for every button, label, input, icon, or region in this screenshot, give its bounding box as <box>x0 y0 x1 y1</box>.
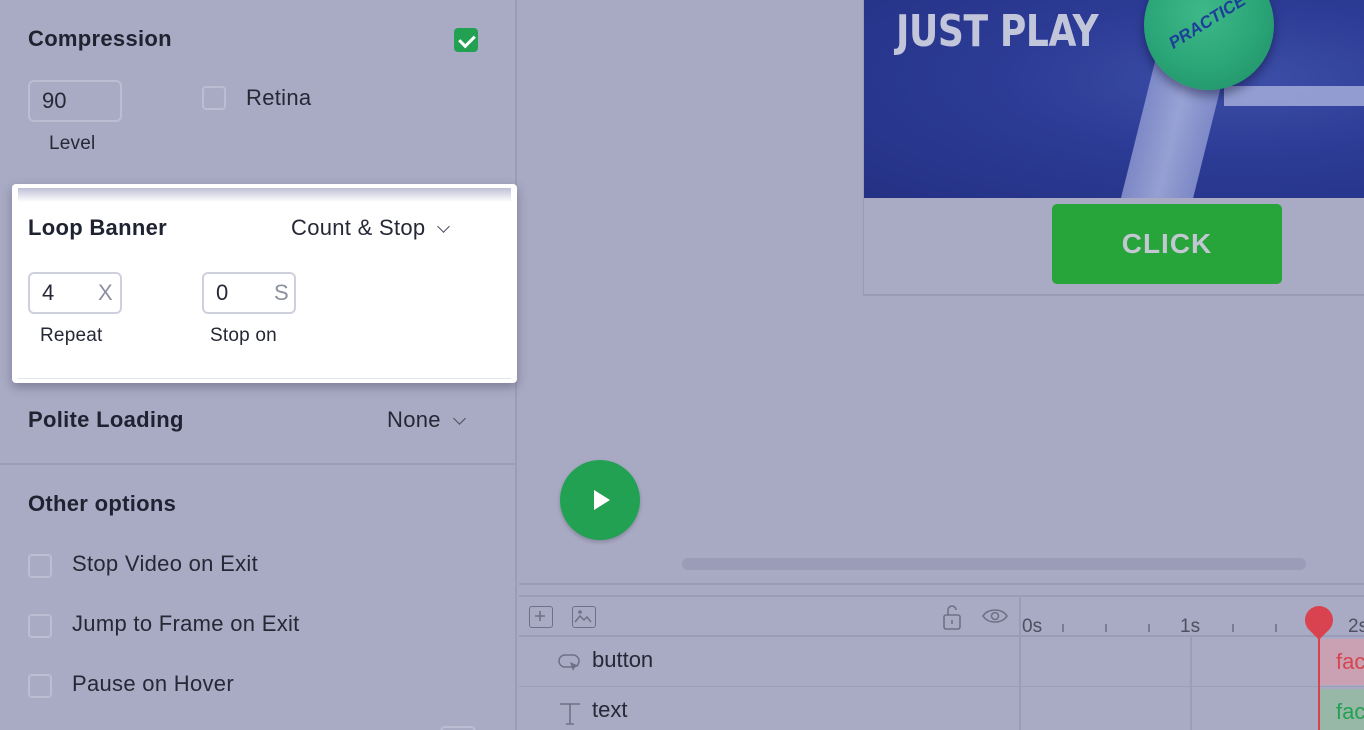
tick-mark <box>1275 624 1277 632</box>
repeat-label: Repeat <box>40 325 103 346</box>
timeline-clip[interactable]: fac <box>1320 639 1364 685</box>
lock-icon[interactable] <box>940 603 964 631</box>
loop-mode-value: Count & Stop <box>291 215 426 240</box>
repeat-unit: X <box>98 280 113 305</box>
jump-to-frame-on-exit-checkbox[interactable] <box>28 614 52 638</box>
loop-mode-dropdown[interactable]: Count & Stop <box>291 215 451 241</box>
eye-icon[interactable] <box>981 606 1009 626</box>
timeline-layer-row[interactable]: text <box>519 687 1364 730</box>
tick-mark <box>1232 624 1234 632</box>
timeline-clip[interactable]: fac <box>1320 689 1364 730</box>
layer-name: text <box>592 697 628 722</box>
repeat-count-value: 4 <box>42 280 55 305</box>
stop-on-value: 0 <box>216 280 229 305</box>
other-options-title: Other options <box>28 491 177 516</box>
compression-level-label: Level <box>49 133 96 154</box>
tick-mark <box>1105 624 1107 632</box>
pause-on-hover-label: Pause on Hover <box>72 671 234 696</box>
stop-video-on-exit-checkbox[interactable] <box>28 554 52 578</box>
loop-banner-title: Loop Banner <box>28 215 167 240</box>
tick-mark <box>1148 624 1150 632</box>
pause-on-hover-checkbox[interactable] <box>28 674 52 698</box>
timeline-panel: 0s 1s 2s button text fac fac <box>519 583 1364 730</box>
horizontal-scrollbar[interactable] <box>682 558 1306 570</box>
timeline-toolbar: 0s 1s 2s <box>519 595 1364 637</box>
banner-headline: JUST PLAY <box>896 6 1099 57</box>
card-shade <box>18 188 511 202</box>
section-divider <box>0 463 516 465</box>
retina-checkbox[interactable] <box>202 86 226 110</box>
banner-cta-button[interactable]: CLICK <box>1052 204 1282 284</box>
chevron-down-icon <box>437 220 451 233</box>
tick-label: 0s <box>1022 616 1043 637</box>
add-image-icon[interactable] <box>572 606 596 628</box>
banner-image: PRACTICE JUST PLAY <box>864 0 1364 198</box>
court-line <box>1224 86 1364 106</box>
polite-loading-title: Polite Loading <box>28 407 184 432</box>
tick-mark <box>1062 624 1064 632</box>
compression-level-input[interactable]: 90 <box>28 80 122 122</box>
loop-banner-card: Loop Banner Count & Stop 4 X Repeat 0 S … <box>12 184 517 383</box>
layer-name: button <box>592 647 654 672</box>
stop-on-label: Stop on <box>210 325 277 346</box>
polite-loading-dropdown[interactable]: None <box>387 407 466 433</box>
add-layer-icon[interactable] <box>529 606 553 628</box>
stop-on-unit: S <box>274 280 289 305</box>
tick-label: 2s <box>1348 616 1364 637</box>
banner-preview[interactable]: PRACTICE JUST PLAY CLICK <box>863 0 1364 296</box>
retina-label: Retina <box>246 85 312 110</box>
jump-to-frame-on-exit-label: Jump to Frame on Exit <box>72 611 300 636</box>
chevron-down-icon <box>452 412 466 425</box>
partial-toggle[interactable] <box>440 726 476 730</box>
polite-loading-value: None <box>387 407 441 432</box>
tick-label: 1s <box>1180 616 1201 637</box>
text-layer-icon <box>560 703 580 725</box>
timeline-layer-row[interactable]: button <box>519 637 1364 687</box>
play-preview-button[interactable] <box>560 460 640 540</box>
compression-toggle-checkbox[interactable] <box>454 28 478 52</box>
compression-title: Compression <box>28 26 172 51</box>
button-layer-icon <box>558 654 580 671</box>
card-bottom-line <box>18 378 511 379</box>
stop-video-on-exit-label: Stop Video on Exit <box>72 551 259 576</box>
